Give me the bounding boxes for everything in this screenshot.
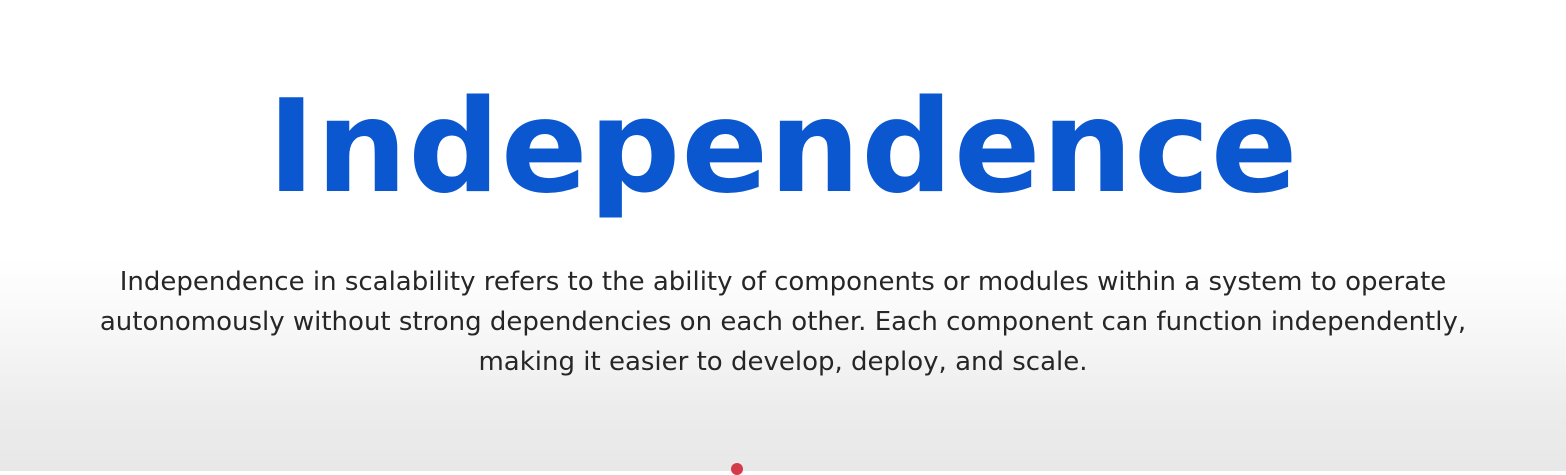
accent-dot-icon xyxy=(731,463,743,475)
slide-title: Independence xyxy=(267,73,1299,222)
slide: Independence Independence in scalability… xyxy=(0,0,1566,475)
body-line-2: autonomously without strong dependencies… xyxy=(99,307,1467,337)
body-line-1: Independence in scalability refers to th… xyxy=(119,267,1447,297)
slide-body-text: Independence in scalability refers to th… xyxy=(0,262,1566,382)
body-line-3: making it easier to develop, deploy, and… xyxy=(478,347,1088,377)
